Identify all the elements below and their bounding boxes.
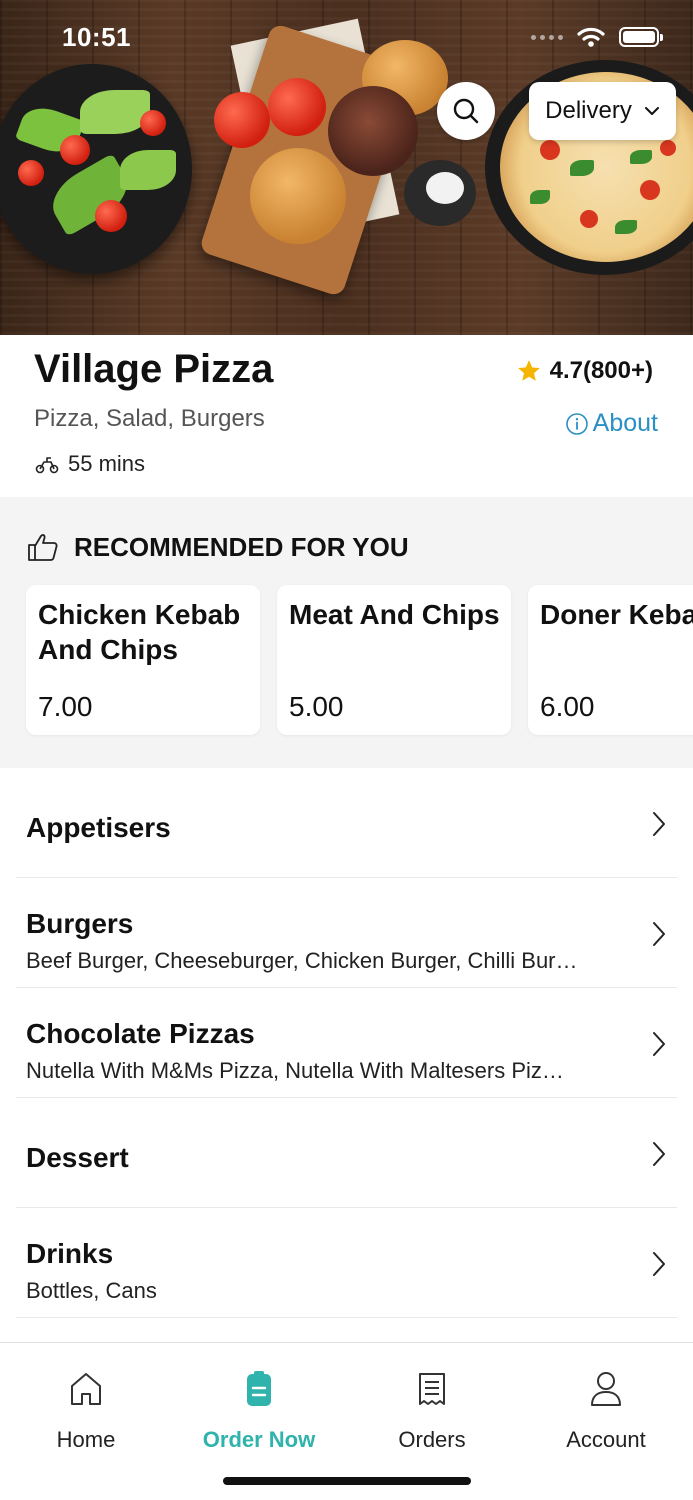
battery-icon (619, 27, 663, 47)
tomato-image (95, 200, 127, 232)
pizza-topping-image (660, 140, 676, 156)
category-row-dessert[interactable]: Dessert (16, 1098, 677, 1208)
category-name: Chocolate Pizzas (26, 1018, 255, 1049)
chevron-right-icon (653, 1252, 665, 1276)
category-items: Beef Burger, Cheeseburger, Chicken Burge… (26, 948, 578, 973)
wifi-icon (577, 27, 605, 47)
order-menu-icon (247, 1371, 271, 1406)
burger-image (250, 148, 346, 244)
home-icon (71, 1373, 101, 1405)
star-icon (517, 360, 540, 381)
recommended-header: RECOMMENDED FOR YOU (26, 531, 409, 563)
recommended-list: Chicken Kebab And Chips 7.00 Meat And Ch… (26, 585, 693, 735)
menu-categories: Appetisers Burgers Beef Burger, Cheesebu… (0, 768, 693, 1318)
category-row-burgers[interactable]: Burgers Beef Burger, Cheeseburger, Chick… (16, 878, 677, 988)
tomato-image (60, 135, 90, 165)
nav-account[interactable]: Account (536, 1367, 676, 1453)
nav-home[interactable]: Home (16, 1367, 156, 1453)
recommended-item-name: Doner Keba (540, 599, 693, 630)
restaurant-name: Village Pizza (34, 347, 274, 391)
recommended-item-price: 5.00 (289, 691, 344, 722)
pizza-basil-image (570, 160, 594, 176)
rating-value: 4.7(800+) (549, 357, 653, 384)
tomato-image (140, 110, 166, 136)
pizza-basil-image (530, 190, 550, 204)
nav-order-now-label: Order Now (202, 1427, 316, 1452)
recommended-title: RECOMMENDED FOR YOU (74, 531, 409, 562)
info-icon (565, 412, 588, 435)
burger-patty-image (328, 86, 418, 176)
restaurant-cuisine: Pizza, Salad, Burgers (34, 405, 265, 432)
pizza-basil-image (615, 220, 637, 234)
salad-leaf-image (120, 150, 176, 190)
category-items: Nutella With M&Ms Pizza, Nutella With Ma… (26, 1058, 564, 1083)
thumbs-up-icon (28, 534, 58, 561)
restaurant-rating: 4.7(800+) (516, 357, 653, 385)
recommended-card[interactable]: Chicken Kebab And Chips 7.00 (26, 585, 260, 735)
tomato-image (18, 160, 44, 186)
recommended-section: RECOMMENDED FOR YOU Chicken Kebab And Ch… (0, 497, 693, 768)
chevron-down-icon (644, 107, 659, 115)
chevron-right-icon (653, 922, 665, 946)
delivery-time: 55 mins (34, 451, 145, 477)
recommended-item-price: 6.00 (540, 691, 595, 722)
hero-banner: 10:51 Delivery (0, 0, 693, 335)
category-row-chocolate-pizzas[interactable]: Chocolate Pizzas Nutella With M&Ms Pizza… (16, 988, 677, 1098)
category-name: Burgers (26, 908, 134, 939)
search-icon (453, 98, 479, 124)
scooter-icon (35, 457, 59, 474)
receipt-icon (419, 1373, 445, 1405)
restaurant-info: Village Pizza 4.7(800+) Pizza, Salad, Bu… (0, 335, 693, 497)
recommended-item-price: 7.00 (38, 691, 93, 722)
recommended-card[interactable]: Doner Keba 6.00 (528, 585, 693, 735)
pizza-topping-image (540, 140, 560, 160)
recommended-item-name: Meat And Chips (289, 599, 500, 630)
user-icon (591, 1372, 621, 1406)
nav-orders[interactable]: Orders (362, 1367, 502, 1453)
home-indicator (223, 1477, 471, 1485)
pizza-topping-image (580, 210, 598, 228)
status-icons (531, 26, 663, 48)
category-row-drinks[interactable]: Drinks Bottles, Cans (16, 1208, 677, 1318)
category-items: Bottles, Cans (26, 1278, 157, 1303)
pizza-basil-image (630, 150, 652, 164)
tomato-image (268, 78, 326, 136)
nav-account-label: Account (566, 1427, 646, 1452)
delivery-time-value: 55 mins (68, 451, 146, 476)
about-label: About (592, 409, 658, 437)
signal-icon (531, 34, 563, 40)
pizza-topping-image (640, 180, 660, 200)
tomato-image (214, 92, 270, 148)
category-row-appetisers[interactable]: Appetisers (16, 768, 677, 878)
chevron-right-icon (653, 1032, 665, 1056)
chevron-right-icon (653, 1142, 665, 1166)
delivery-mode-label: Delivery (545, 97, 632, 124)
category-name: Drinks (26, 1238, 114, 1269)
recommended-card[interactable]: Meat And Chips 5.00 (277, 585, 511, 735)
nav-orders-label: Orders (398, 1427, 466, 1452)
chevron-right-icon (653, 812, 665, 836)
about-link[interactable]: About (565, 409, 658, 438)
nav-home-label: Home (56, 1427, 116, 1452)
salt-image (426, 172, 464, 204)
delivery-mode-dropdown[interactable]: Delivery (529, 82, 676, 140)
recommended-item-name: Chicken Kebab And Chips (38, 599, 241, 665)
category-name: Dessert (26, 1142, 129, 1173)
nav-order-now[interactable]: Order Now (189, 1367, 329, 1453)
status-time: 10:51 (62, 22, 131, 52)
search-button[interactable] (437, 82, 495, 140)
salad-leaf-image (80, 90, 150, 134)
category-name: Appetisers (26, 812, 171, 843)
